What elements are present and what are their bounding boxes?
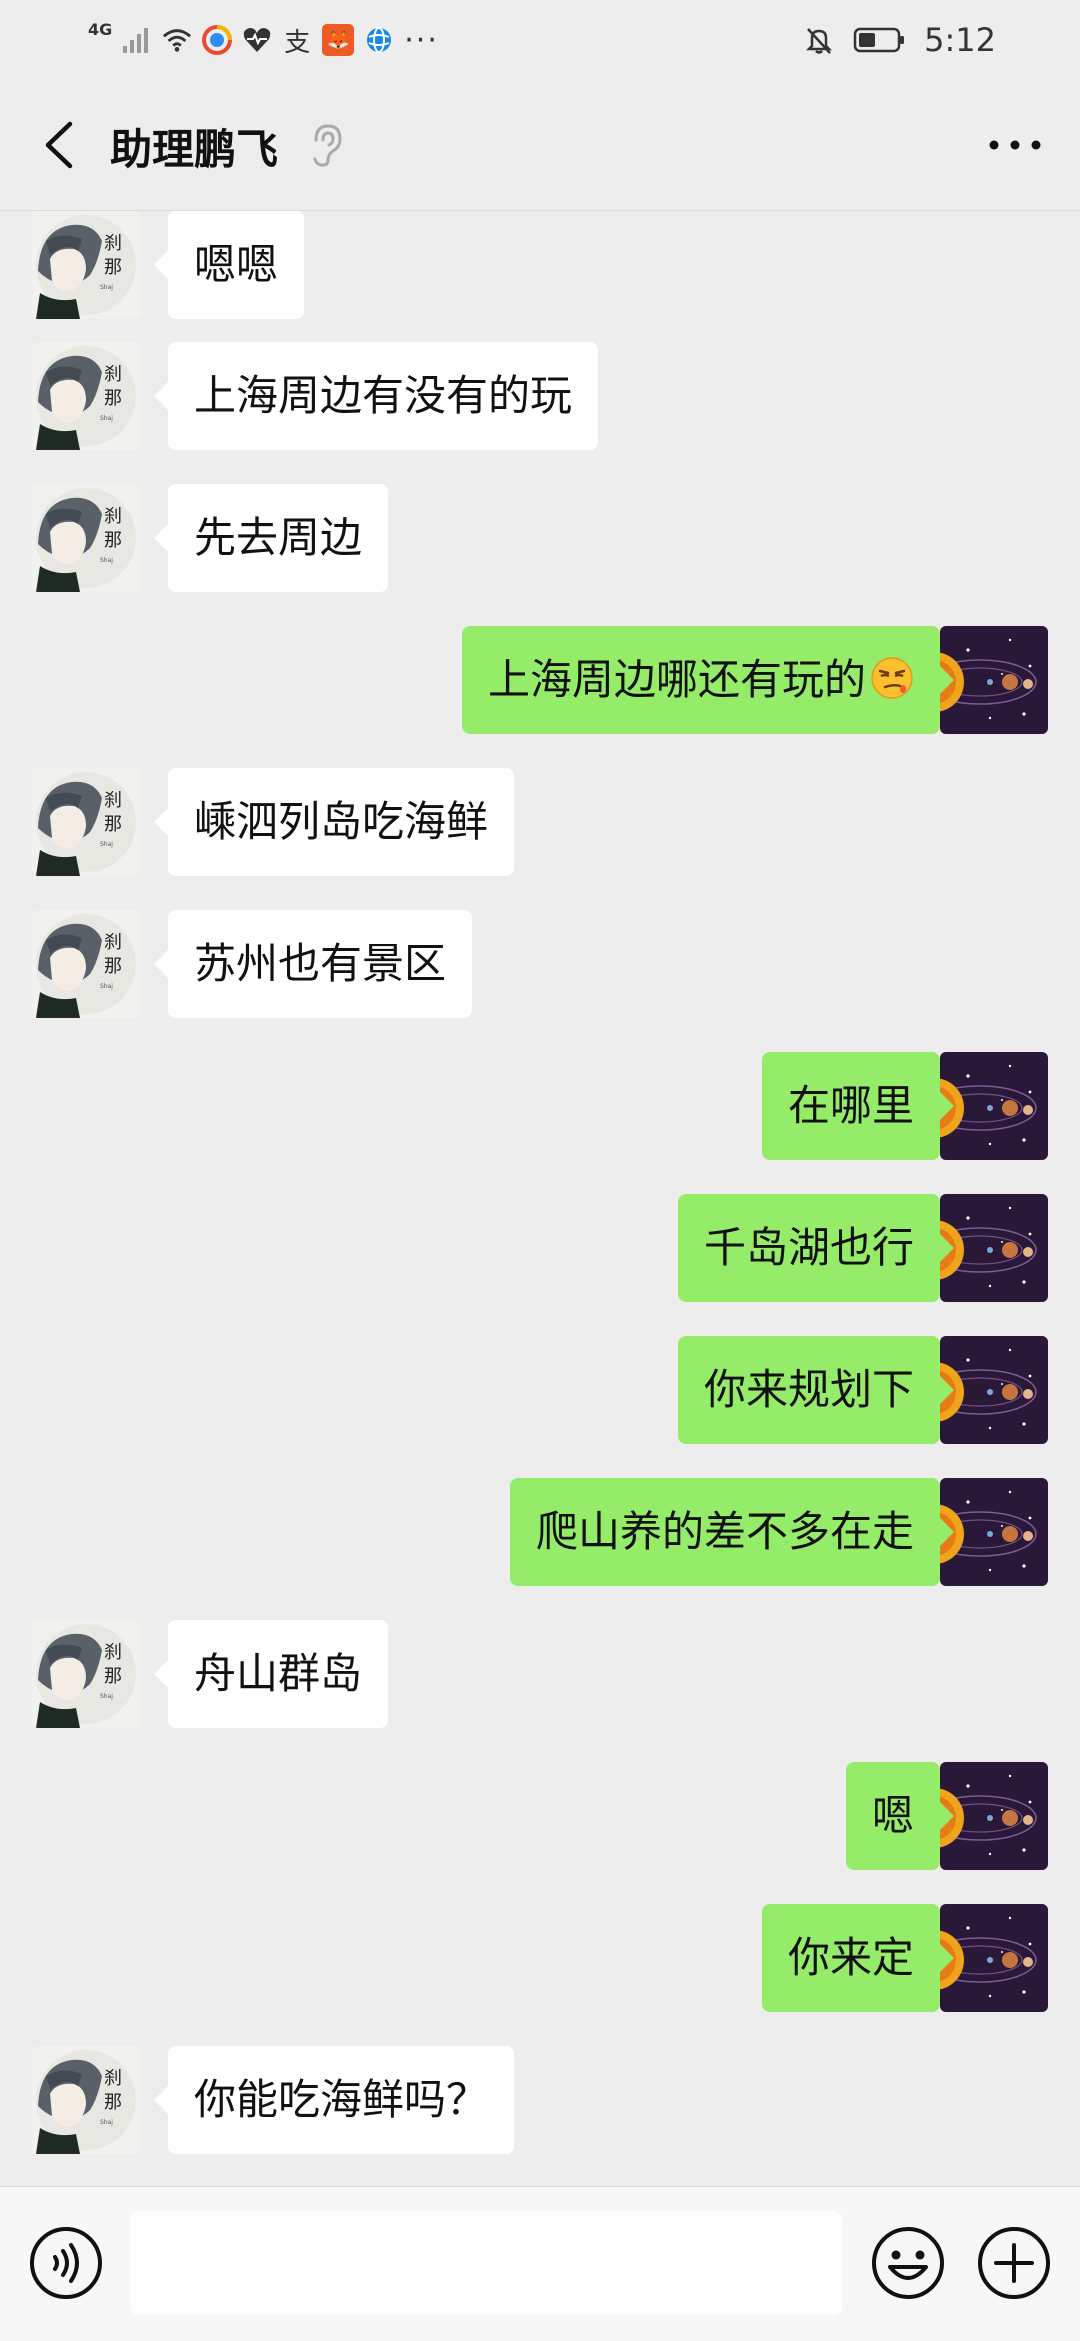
wifi-icon: [162, 25, 192, 55]
message-received: 刹那 Shaj 嗯嗯: [0, 211, 1080, 321]
my-avatar[interactable]: [940, 1052, 1048, 1160]
message-input[interactable]: [130, 2211, 842, 2315]
my-avatar[interactable]: [940, 1194, 1048, 1302]
message-sent: 你来规划下: [0, 1336, 1080, 1446]
ear-icon: [313, 124, 342, 167]
my-avatar[interactable]: [940, 1904, 1048, 2012]
back-arrow-icon: [45, 121, 73, 169]
message-bubble[interactable]: 千岛湖也行: [677, 1194, 955, 1302]
message-bubble[interactable]: 苏州也有景区: [153, 910, 473, 1018]
status-time: 5:12: [924, 21, 996, 59]
message-received: 刹那 Shaj 先去周边: [0, 484, 1080, 594]
message-sent: 上海周边哪还有玩的: [0, 626, 1080, 736]
app-tile-icon: 🦊: [322, 24, 355, 56]
message-text: 上海周边哪还有玩的: [487, 655, 866, 704]
browser-app-icon: [202, 25, 233, 55]
my-avatar[interactable]: [940, 626, 1048, 734]
message-received: 刹那 Shaj 嵊泗列岛吃海鲜: [0, 768, 1080, 878]
svg-text:刹: 刹: [104, 790, 122, 811]
contact-avatar[interactable]: 刹那 Shaj: [32, 910, 140, 1018]
svg-text:Shaj: Shaj: [100, 284, 113, 291]
voice-icon: [30, 2227, 102, 2299]
chat-header: 助理鹏飞: [0, 80, 1080, 211]
more-icon: [989, 140, 1041, 150]
message-bubble[interactable]: 你能吃海鲜吗？: [153, 2046, 515, 2154]
back-button[interactable]: [30, 115, 90, 175]
contact-avatar[interactable]: 刹那 Shaj: [32, 211, 140, 319]
emoji-button[interactable]: [870, 2225, 946, 2301]
message-bubble[interactable]: 先去周边: [153, 484, 389, 592]
my-avatar[interactable]: [940, 1336, 1048, 1444]
svg-text:刹: 刹: [104, 2068, 122, 2089]
svg-text:Shaj: Shaj: [100, 2119, 113, 2126]
more-options-button[interactable]: [980, 115, 1050, 175]
contact-avatar[interactable]: 刹那 Shaj: [32, 2046, 140, 2154]
mute-bell-icon: [804, 25, 834, 55]
message-bubble[interactable]: 上海周边有没有的玩: [153, 342, 599, 450]
contact-avatar[interactable]: 刹那 Shaj: [32, 768, 140, 876]
signal-icon: [122, 25, 152, 55]
svg-text:那: 那: [104, 814, 122, 835]
network-type: 4G: [88, 20, 113, 39]
svg-text:那: 那: [104, 388, 122, 409]
svg-text:那: 那: [104, 530, 122, 551]
svg-text:Shaj: Shaj: [100, 983, 113, 990]
status-bar: 4G 支 🦊 ··· 5:12: [0, 0, 1080, 80]
message-bubble[interactable]: 嵊泗列岛吃海鲜: [153, 768, 515, 876]
chat-title: 助理鹏飞: [110, 125, 279, 174]
plus-icon: [978, 2227, 1050, 2299]
svg-text:刹: 刹: [104, 1642, 122, 1663]
my-avatar[interactable]: [940, 1762, 1048, 1870]
contact-avatar[interactable]: 刹那 Shaj: [32, 1620, 140, 1728]
svg-text:刹: 刹: [104, 364, 122, 385]
svg-text:那: 那: [104, 2092, 122, 2113]
more-functions-button[interactable]: [976, 2225, 1052, 2301]
smirk-face-icon: [871, 657, 913, 699]
svg-text:Shaj: Shaj: [100, 557, 113, 564]
message-bubble[interactable]: 你来定: [761, 1904, 955, 2012]
message-sent: 在哪里: [0, 1052, 1080, 1162]
message-sent: 爬山养的差不多在走: [0, 1478, 1080, 1588]
globe-app-icon: [364, 25, 394, 55]
battery-icon: [852, 25, 906, 55]
svg-text:那: 那: [104, 956, 122, 977]
svg-text:刹: 刹: [104, 233, 122, 254]
my-avatar[interactable]: [940, 1478, 1048, 1586]
message-sent: 嗯: [0, 1762, 1080, 1872]
message-bubble[interactable]: 你来规划下: [677, 1336, 955, 1444]
message-bubble[interactable]: 嗯嗯: [153, 211, 305, 319]
contact-avatar[interactable]: 刹那 Shaj: [32, 342, 140, 450]
contact-avatar[interactable]: 刹那 Shaj: [32, 484, 140, 592]
svg-text:刹: 刹: [104, 506, 122, 527]
svg-text:Shaj: Shaj: [100, 415, 113, 422]
svg-text:那: 那: [104, 1666, 122, 1687]
svg-text:Shaj: Shaj: [100, 841, 113, 848]
message-bubble[interactable]: 舟山群岛: [153, 1620, 389, 1728]
message-bubble[interactable]: 在哪里: [761, 1052, 955, 1160]
more-notifications: ···: [404, 22, 439, 58]
message-bubble[interactable]: 上海周边哪还有玩的: [461, 626, 955, 734]
message-bubble[interactable]: 嗯: [845, 1762, 955, 1870]
svg-text:刹: 刹: [104, 932, 122, 953]
alipay-icon: 支: [284, 27, 311, 58]
message-received: 刹那 Shaj 你能吃海鲜吗？: [0, 2046, 1080, 2156]
health-app-icon: [242, 25, 272, 55]
status-icons-right: 5:12: [804, 18, 996, 62]
message-received: 刹那 Shaj 苏州也有景区: [0, 910, 1080, 1020]
svg-text:那: 那: [104, 257, 122, 278]
message-received: 刹那 Shaj 舟山群岛: [0, 1620, 1080, 1730]
message-received: 刹那 Shaj 上海周边有没有的玩: [0, 342, 1080, 452]
status-icons-left: 4G 支 🦊 ···: [88, 18, 439, 62]
voice-button[interactable]: [28, 2225, 104, 2301]
message-sent: 你来定: [0, 1904, 1080, 2014]
svg-text:Shaj: Shaj: [100, 1693, 113, 1700]
message-list[interactable]: 刹那 Shaj 嗯嗯 刹那 Shaj 上海周边有没有的玩 刹那 Shaj 先去周边 上…: [0, 211, 1080, 2186]
message-sent: 千岛湖也行: [0, 1194, 1080, 1304]
emoji-icon: [872, 2227, 944, 2299]
input-bar: [0, 2186, 1080, 2341]
message-bubble[interactable]: 爬山养的差不多在走: [509, 1478, 955, 1586]
